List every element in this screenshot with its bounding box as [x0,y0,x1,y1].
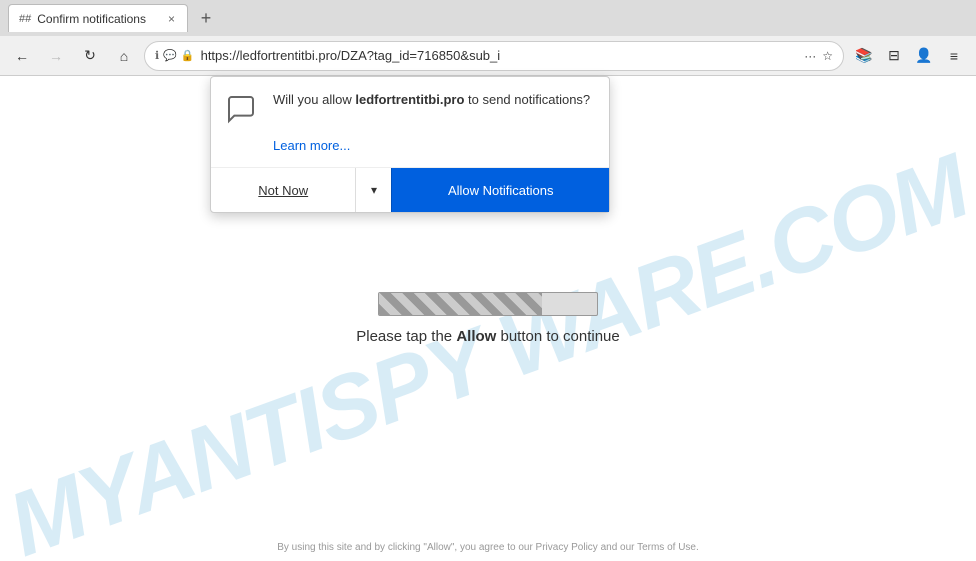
home-button[interactable]: ⌂ [110,42,138,70]
reload-button[interactable]: ↻ [76,42,104,70]
nav-right-buttons: 📚 ⊟ 👤 ≡ [850,42,968,70]
popup-domain: ledfortrentitbi.pro [355,92,464,107]
footer-text: By using this site and by clicking "Allo… [277,542,699,553]
popup-message: Will you allow ledfortrentitbi.pro to se… [273,91,590,109]
watermark: MYANTISPY WARE.COM [0,152,976,561]
instruction-suffix: button to continue [496,328,619,345]
notification-popup: Will you allow ledfortrentitbi.pro to se… [210,76,610,213]
popup-buttons: Not Now ▾ Allow Notifications [211,167,609,212]
active-tab[interactable]: ## Confirm notifications × [8,4,188,32]
more-icon[interactable]: ··· [804,49,816,63]
instruction-prefix: Please tap the [356,328,456,345]
not-now-section: Not Now ▾ [211,168,391,212]
popup-header: Will you allow ledfortrentitbi.pro to se… [211,77,609,137]
progress-bar-fill [379,293,543,315]
tab-favicon: ## [19,13,31,25]
tab-close-button[interactable]: × [166,10,177,28]
progress-bar-wrapper [378,292,598,316]
browser-chrome: ## Confirm notifications × + ← → ↻ ⌂ ℹ 💬… [0,0,976,77]
progress-container: Please tap the Allow button to continue [356,292,620,345]
instruction-bold: Allow [456,328,496,345]
address-bar-icons: ℹ 💬 🔒 [155,49,195,62]
learn-more-link[interactable]: Learn more... [273,138,350,153]
back-button[interactable]: ← [8,42,36,70]
account-button[interactable]: 👤 [910,42,938,70]
tab-bar: ## Confirm notifications × + [0,0,976,36]
allow-notifications-button[interactable]: Allow Notifications [391,168,609,212]
url-text[interactable]: https://ledfortrentitbi.pro/DZA?tag_id=7… [201,48,799,63]
library-button[interactable]: 📚 [850,42,878,70]
page-footer: By using this site and by clicking "Allo… [0,542,976,553]
new-tab-button[interactable]: + [192,4,220,32]
message-suffix: to send notifications? [464,92,590,107]
nav-bar: ← → ↻ ⌂ ℹ 💬 🔒 https://ledfortrentitbi.pr… [0,36,976,76]
tab-title: Confirm notifications [37,12,146,26]
sidebar-button[interactable]: ⊟ [880,42,908,70]
forward-button[interactable]: → [42,42,70,70]
not-now-dropdown-button[interactable]: ▾ [355,168,391,212]
popup-learn-more: Learn more... [211,137,609,167]
watermark-text: MYANTISPY WARE.COM [0,152,976,561]
more-menu-button[interactable]: ≡ [940,42,968,70]
message-prefix: Will you allow [273,92,355,107]
bookmark-icon[interactable]: ☆ [822,49,833,63]
chat-icon: 💬 [163,49,177,62]
address-bar[interactable]: ℹ 💬 🔒 https://ledfortrentitbi.pro/DZA?ta… [144,41,844,71]
lock-icon: 🔒 [181,49,195,62]
page-instruction: Please tap the Allow button to continue [356,328,620,345]
notification-icon [225,93,261,129]
info-icon: ℹ [155,49,159,62]
not-now-button[interactable]: Not Now [211,168,355,212]
